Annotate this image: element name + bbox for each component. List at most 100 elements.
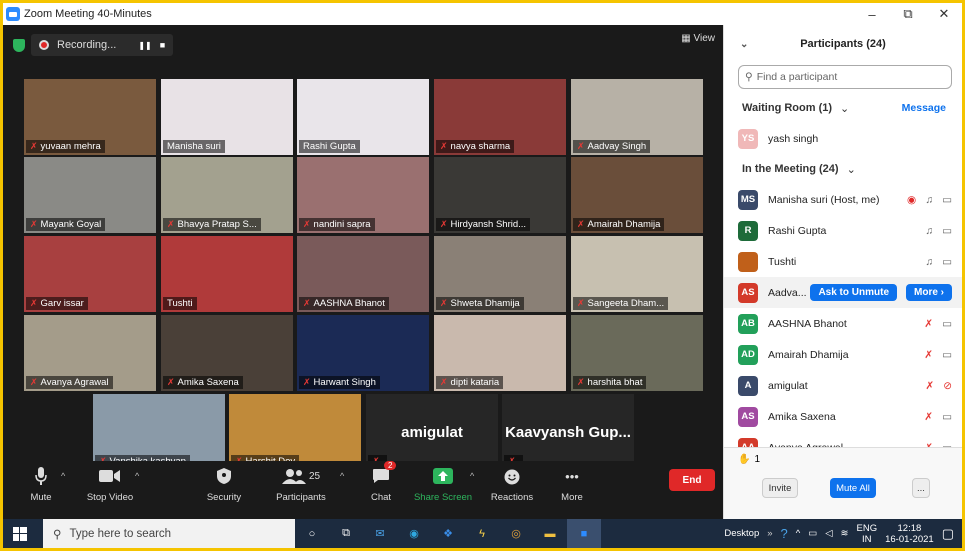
help-icon[interactable]: ?: [781, 526, 788, 541]
participant-row[interactable]: AD Amairah Dhamija ✗ ▭: [724, 339, 962, 370]
video-tile[interactable]: ✗ Amairah Dhamija: [571, 157, 703, 233]
chrome-icon[interactable]: ◎: [499, 519, 533, 548]
waiting-room-header[interactable]: Waiting Room (1) ⌄ Message: [724, 93, 962, 123]
participant-status-icons: ✗▭: [924, 349, 952, 361]
video-tile[interactable]: ✗ Aadvay Singh: [571, 79, 703, 155]
ask-to-unmute-button[interactable]: Ask to Unmute: [810, 284, 897, 301]
language-indicator[interactable]: ENG IN: [857, 523, 878, 545]
video-tile[interactable]: ✗ Harwant Singh: [297, 315, 429, 391]
participant-row[interactable]: MS Manisha suri (Host, me) ◉ ♫ ▭: [724, 184, 962, 215]
chat-badge: 2: [384, 461, 397, 470]
video-tile[interactable]: ✗ Sangeeta Dham...: [571, 236, 703, 312]
cortana-icon[interactable]: ○: [295, 519, 329, 548]
video-tile[interactable]: ✗ AASHNA Bhanot: [297, 236, 429, 312]
participant-more-button[interactable]: More ›: [906, 284, 952, 301]
video-camera-icon: ▭: [942, 193, 952, 206]
stop-video-label: Stop Video: [86, 492, 134, 503]
network-icon[interactable]: ≋: [841, 528, 849, 539]
video-gallery: Recording... ❚❚ ■ ▦ View ✗ yuvaan mehra Ma…: [3, 25, 723, 519]
mute-all-button[interactable]: Mute All: [830, 478, 876, 498]
video-tile[interactable]: Tushti: [161, 236, 293, 312]
mail-icon[interactable]: ✉: [363, 519, 397, 548]
edge-icon[interactable]: ◉: [397, 519, 431, 548]
minimize-button[interactable]: –: [854, 3, 890, 25]
participant-name-label: ✗ harshita bhat: [573, 376, 647, 389]
message-waiting-button[interactable]: Message: [902, 102, 946, 114]
video-tile[interactable]: ✗ yuvaan mehra: [24, 79, 156, 155]
video-tile[interactable]: ✗Vanshika kashyap: [93, 394, 225, 470]
participant-row[interactable]: Aamigulat ✗ ⊘: [724, 370, 962, 401]
participants-panel: ⌄ Participants (24) ⚲ Find a participant…: [723, 25, 962, 519]
more-options-button[interactable]: ...: [912, 478, 930, 498]
windows-start-icon[interactable]: [3, 519, 37, 548]
participant-row[interactable]: AS Amika Saxena ✗ ▭: [724, 401, 962, 432]
view-button[interactable]: ▦ View: [681, 33, 715, 44]
video-tile[interactable]: ✗ nandini sapra: [297, 157, 429, 233]
participant-name: Amika Saxena: [177, 377, 239, 388]
maximize-button[interactable]: ⧉: [890, 3, 926, 25]
more-button[interactable]: ••• More: [537, 465, 607, 504]
video-tile[interactable]: ✗ Amika Saxena: [161, 315, 293, 391]
collapse-chevron-icon[interactable]: ⌄: [740, 39, 748, 50]
battery-icon[interactable]: ▭: [808, 528, 817, 539]
audio-options-chevron-icon[interactable]: ^: [61, 471, 65, 481]
toolbar-expand-icon[interactable]: »: [767, 528, 772, 539]
avatar: MS: [738, 189, 758, 210]
video-tile[interactable]: ✗ Hirdyansh Shrid...: [434, 157, 566, 233]
end-meeting-button[interactable]: End: [669, 469, 715, 491]
close-button[interactable]: ✕: [926, 3, 962, 25]
volume-icon[interactable]: ◁: [825, 528, 832, 539]
share-screen-button[interactable]: Share Screen: [408, 465, 478, 503]
smiley-icon: [503, 465, 521, 487]
video-tile[interactable]: ✗Harshit Dey: [229, 394, 361, 470]
participant-row[interactable]: AS Aadva... Ask to Unmute More ›: [724, 277, 962, 308]
video-options-chevron-icon[interactable]: ^: [135, 471, 139, 481]
mute-button[interactable]: Mute: [6, 465, 76, 503]
security-button[interactable]: Security: [189, 465, 259, 503]
winamp-icon[interactable]: ϟ: [465, 519, 499, 548]
find-participant-input[interactable]: ⚲ Find a participant: [738, 65, 952, 89]
video-tile[interactable]: ✗ harshita bhat: [571, 315, 703, 391]
taskbar-search-input[interactable]: ⚲ Type here to search: [43, 519, 295, 548]
share-options-chevron-icon[interactable]: ^: [470, 471, 474, 481]
video-tile[interactable]: ✗ Garv issar: [24, 236, 156, 312]
chat-button[interactable]: 2 Chat: [346, 461, 416, 503]
waiting-participant-row[interactable]: YS yash singh: [724, 123, 962, 154]
video-tile[interactable]: ✗ Avanya Agrawal: [24, 315, 156, 391]
video-camera-icon: ▭: [942, 348, 952, 361]
notifications-icon[interactable]: ▢: [942, 526, 954, 542]
video-tile[interactable]: ✗ Bhavya Pratap S...: [161, 157, 293, 233]
file-explorer-icon[interactable]: ▬: [533, 519, 567, 548]
video-tile[interactable]: ✗ dipti kataria: [434, 315, 566, 391]
system-tray: Desktop » ? ^ ▭ ◁ ≋ ENG IN 12:18 16-01-2…: [724, 519, 954, 548]
muted-mic-icon: ✗: [30, 377, 38, 387]
video-tile[interactable]: ✗ Shweta Dhamija: [434, 236, 566, 312]
video-tile[interactable]: Rashi Gupta: [297, 79, 429, 155]
desktop-toolbar-label[interactable]: Desktop: [724, 528, 759, 539]
video-tile[interactable]: Manisha suri: [161, 79, 293, 155]
participant-name-label: ✗ Amika Saxena: [163, 376, 243, 389]
video-tile[interactable]: ✗ Mayank Goyal: [24, 157, 156, 233]
participant-name-label: Tushti: [163, 297, 197, 310]
pause-recording-button[interactable]: ❚❚: [138, 41, 151, 50]
invite-button[interactable]: Invite: [762, 478, 798, 498]
in-meeting-header[interactable]: In the Meeting (24) ⌄: [724, 154, 962, 184]
clock[interactable]: 12:18 16-01-2021: [885, 523, 934, 545]
participant-row[interactable]: R Rashi Gupta ♫ ▭: [724, 215, 962, 246]
video-tile[interactable]: amigulat✗: [366, 394, 498, 470]
participants-chevron-icon[interactable]: ^: [340, 471, 344, 481]
participants-button[interactable]: 25 Participants: [266, 465, 336, 503]
participant-row[interactable]: Tushti ♫ ▭: [724, 246, 962, 277]
dropbox-icon[interactable]: ❖: [431, 519, 465, 548]
participant-name: AASHNA Bhanot: [768, 317, 847, 330]
muted-mic-icon: ✗: [30, 298, 38, 308]
video-tile[interactable]: Kaavyansh Gup...✗: [502, 394, 634, 470]
stop-recording-button[interactable]: ■: [160, 40, 165, 50]
video-tile[interactable]: ✗ navya sharma: [434, 79, 566, 155]
security-shield-icon: [216, 465, 232, 487]
participant-name: Aadva...: [768, 286, 807, 299]
participant-row[interactable]: AB AASHNA Bhanot ✗ ▭: [724, 308, 962, 339]
show-hidden-icons-icon[interactable]: ^: [796, 528, 800, 539]
task-view-icon[interactable]: ⧉: [329, 519, 363, 548]
zoom-taskbar-icon[interactable]: ■: [567, 519, 601, 548]
